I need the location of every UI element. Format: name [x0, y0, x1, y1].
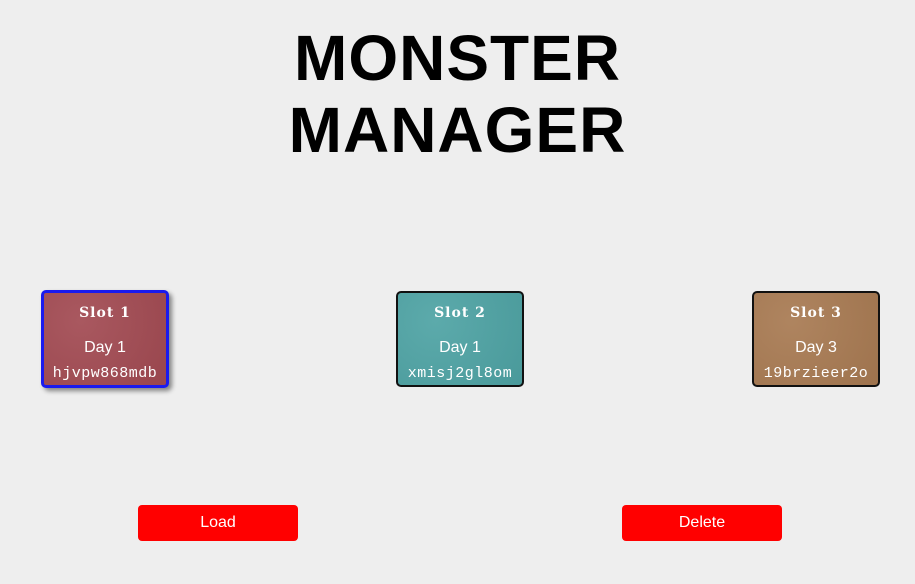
page-title: MONSTER MANAGER — [0, 22, 915, 166]
slot-day: Day 3 — [795, 339, 837, 356]
title-line-2: MANAGER — [288, 94, 627, 166]
save-slot-3[interactable]: Slot 3 Day 3 19brzieer2o — [752, 291, 880, 387]
slot-name: Slot 3 — [790, 305, 842, 321]
slot-day: Day 1 — [439, 339, 481, 356]
save-slot-2[interactable]: Slot 2 Day 1 xmisj2gl8om — [396, 291, 524, 387]
slot-seed: xmisj2gl8om — [407, 365, 513, 382]
slot-name: Slot 1 — [79, 305, 131, 321]
slot-name: Slot 2 — [434, 305, 486, 321]
delete-button[interactable]: Delete — [622, 505, 782, 541]
save-slot-1[interactable]: Slot 1 Day 1 hjvpw868mdb — [41, 290, 169, 388]
slot-seed: 19brzieer2o — [763, 365, 869, 382]
title-line-1: MONSTER — [294, 22, 621, 94]
load-button[interactable]: Load — [138, 505, 298, 541]
slot-seed: hjvpw868mdb — [52, 365, 158, 382]
slot-day: Day 1 — [84, 339, 126, 356]
